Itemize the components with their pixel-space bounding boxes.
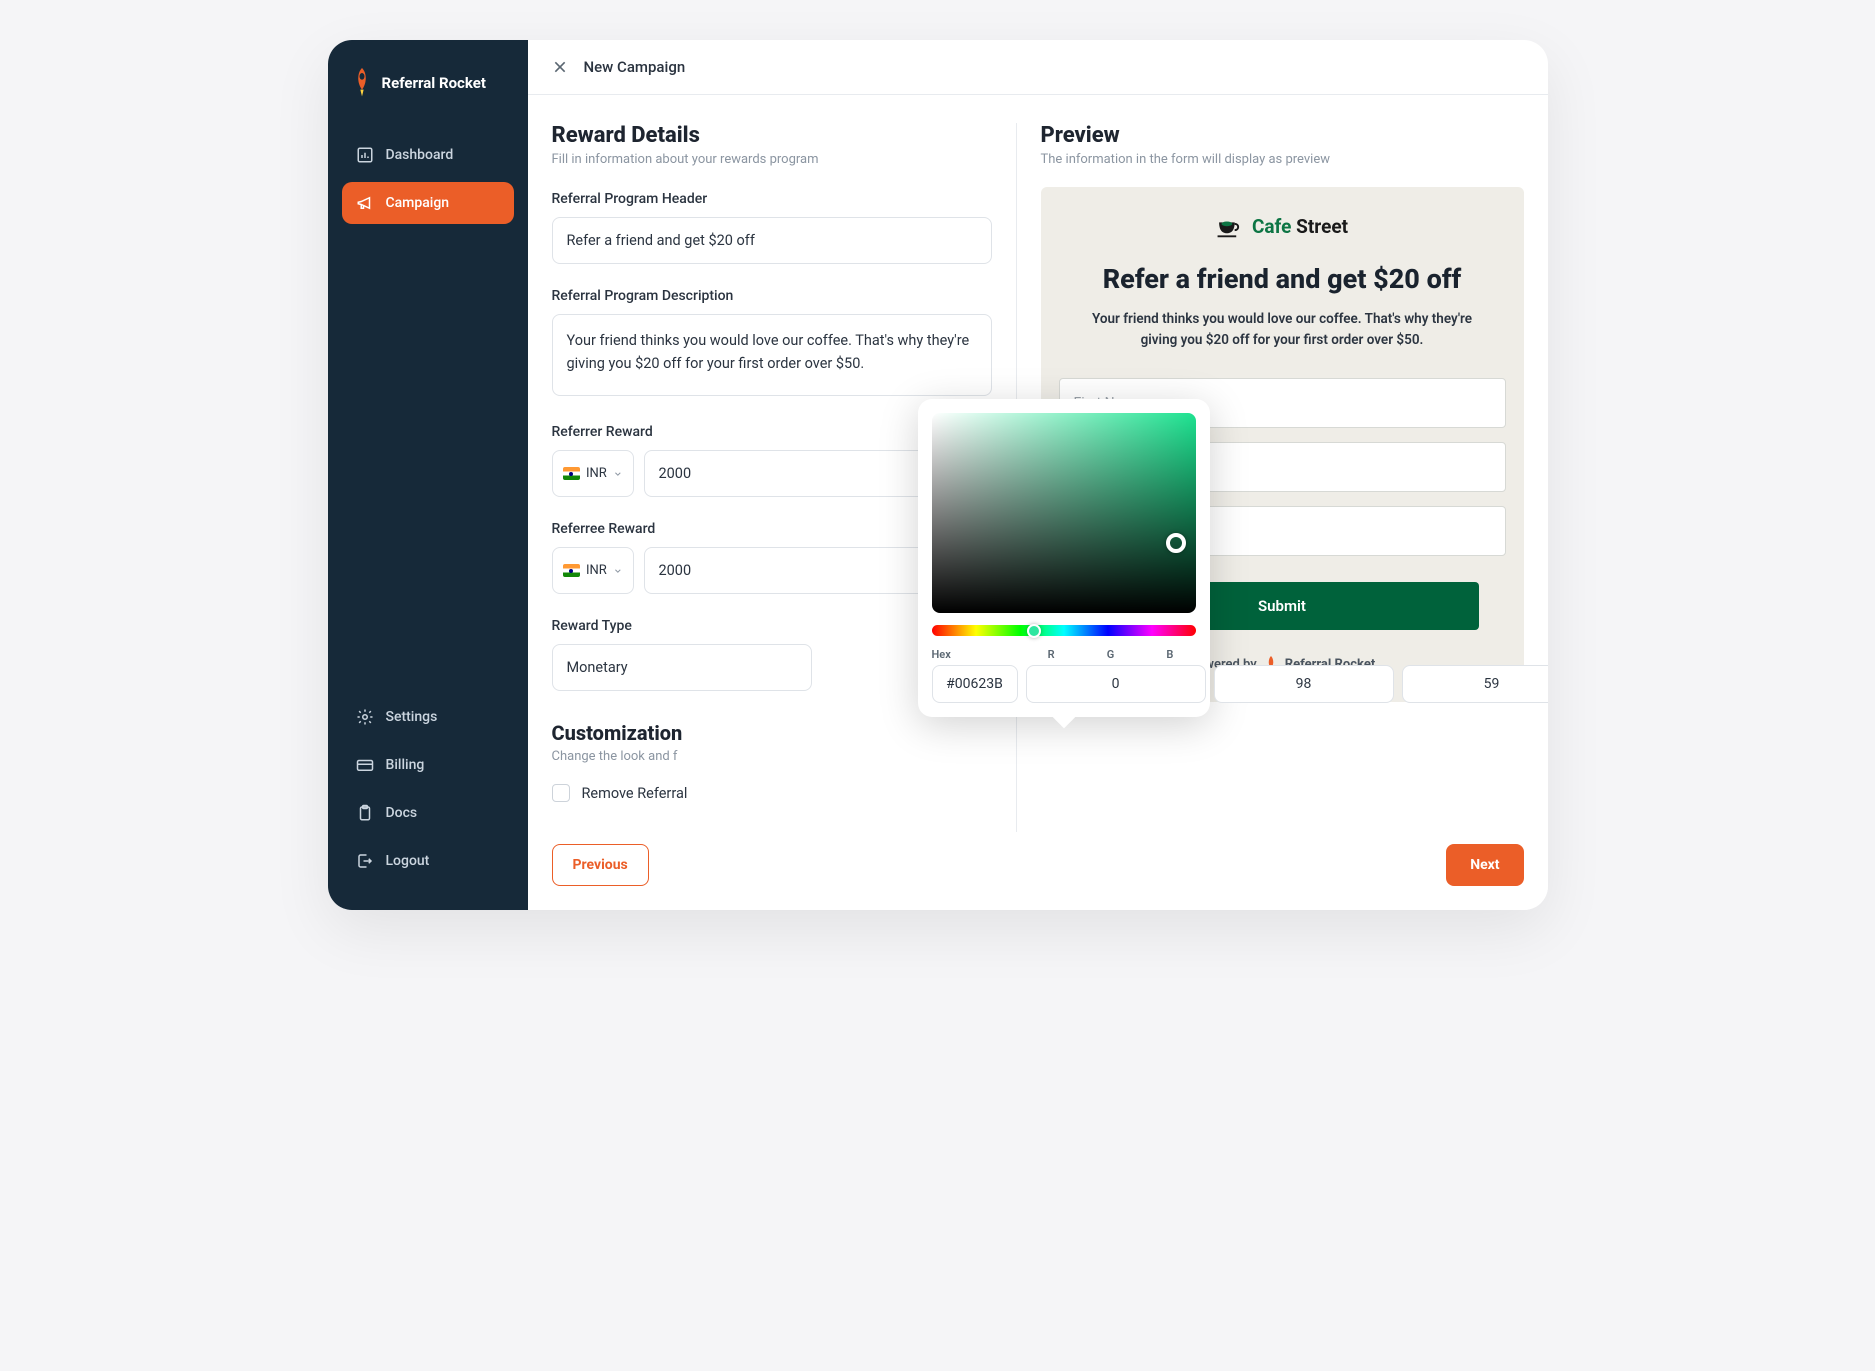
section-heading: Preview [1041,123,1524,148]
logout-icon [356,852,374,870]
sidebar-item-campaign[interactable]: Campaign [342,182,514,224]
hex-label: Hex [932,648,1018,661]
section-subtext: Fill in information about your rewards p… [552,152,992,167]
section-subtext: Change the look and f [552,749,992,764]
card-icon [356,756,374,774]
sidebar-item-label: Logout [386,853,430,869]
section-heading: Customization [552,721,992,745]
hex-input[interactable] [932,665,1018,703]
sidebar-item-label: Docs [386,805,418,821]
remove-branding-checkbox[interactable] [552,784,570,802]
g-input[interactable] [1214,665,1394,703]
gear-icon [356,708,374,726]
sidebar-item-billing[interactable]: Billing [342,744,514,786]
sidebar-item-docs[interactable]: Docs [342,792,514,834]
page-title: New Campaign [584,58,686,76]
field-reward-type: Reward Type [552,618,812,691]
currency-code: INR [586,466,607,481]
sidebar-item-label: Billing [386,757,425,773]
preview-logo: Cafe Street [1059,215,1506,239]
checkbox-label: Remove Referral [582,785,688,802]
field-description: Referral Program Description Your friend… [552,288,992,400]
preview-headline: Refer a friend and get $20 off [1059,263,1506,295]
b-input[interactable] [1402,665,1548,703]
topbar: New Campaign [528,40,1548,95]
sidebar-item-dashboard[interactable]: Dashboard [342,134,514,176]
chevron-down-icon [613,469,623,479]
content-area: Reward Details Fill in information about… [528,95,1548,910]
g-label: G [1085,648,1136,661]
close-icon[interactable] [552,59,568,75]
cafe-street-logo-text: Cafe Street [1252,215,1348,239]
field-label: Reward Type [552,618,812,634]
chevron-down-icon [613,566,623,576]
hue-indicator[interactable] [1027,624,1041,638]
flag-india-icon [563,467,580,480]
section-heading: Reward Details [552,123,992,148]
reward-type-select[interactable] [552,644,812,691]
clipboard-icon [356,804,374,822]
header-input[interactable] [552,217,992,264]
megaphone-icon [356,194,374,212]
color-picker: Hex R G B [918,399,1210,717]
description-input[interactable]: Your friend thinks you would love our co… [552,314,992,396]
previous-button[interactable]: Previous [552,844,649,886]
form-column: Reward Details Fill in information about… [528,95,1016,910]
next-button[interactable]: Next [1446,844,1523,886]
saturation-value-area[interactable] [932,413,1196,613]
app-window: Referral Rocket Dashboard Campaign Setti… [328,40,1548,910]
field-label: Referral Program Description [552,288,992,304]
b-label: B [1144,648,1195,661]
coffee-cup-icon [1216,216,1244,238]
section-subtext: The information in the form will display… [1041,152,1524,167]
sidebar-item-logout[interactable]: Logout [342,840,514,882]
main-panel: New Campaign Reward Details Fill in info… [528,40,1548,910]
brand-name: Referral Rocket [382,74,486,92]
r-label: R [1026,648,1077,661]
sv-indicator[interactable] [1166,533,1186,553]
r-input[interactable] [1026,665,1206,703]
preview-description: Your friend thinks you would love our co… [1059,309,1506,350]
brand-logo: Referral Rocket [342,68,514,134]
sidebar-item-label: Dashboard [386,147,454,163]
chart-icon [356,146,374,164]
footer: Previous Next [528,832,1548,910]
sidebar: Referral Rocket Dashboard Campaign Setti… [328,40,528,910]
sidebar-item-label: Settings [386,709,438,725]
currency-code: INR [586,563,607,578]
currency-select-referree[interactable]: INR [552,547,634,594]
main-nav: Dashboard Campaign [342,134,514,224]
field-header: Referral Program Header [552,191,992,264]
remove-branding-row: Remove Referral [552,784,992,802]
rocket-icon [352,68,372,98]
currency-select-referrer[interactable]: INR [552,450,634,497]
hue-slider[interactable] [932,625,1196,636]
sidebar-item-label: Campaign [386,195,450,211]
flag-india-icon [563,564,580,577]
bottom-nav: Settings Billing Docs Logout [342,696,514,882]
field-label: Referral Program Header [552,191,992,207]
sidebar-item-settings[interactable]: Settings [342,696,514,738]
